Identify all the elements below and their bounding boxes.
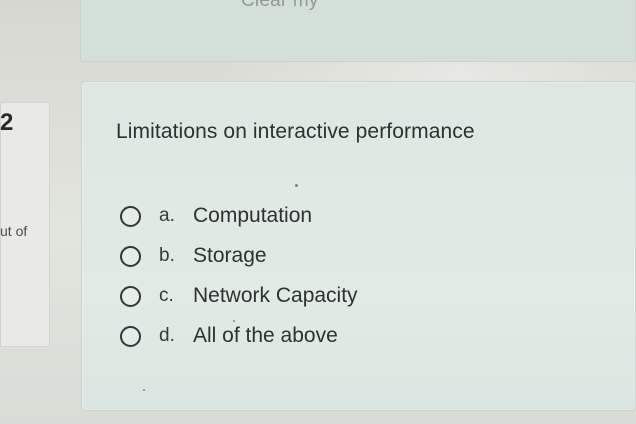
- quiz-page: Clear my 2 ut of Limitations on interact…: [0, 0, 636, 424]
- radio-button-d[interactable]: [120, 325, 141, 347]
- screen-speck: [233, 320, 235, 322]
- option-label-a: Computation: [193, 204, 313, 227]
- radio-button-c[interactable]: [120, 285, 141, 307]
- answer-option-c[interactable]: c. Network Capacity: [120, 276, 540, 316]
- question-card: Limitations on interactive performance a…: [81, 81, 636, 411]
- option-label-b: Storage: [193, 244, 267, 267]
- question-info-panel: 2 ut of: [0, 102, 50, 347]
- screen-speck: [143, 389, 145, 391]
- option-letter-c: c.: [159, 285, 174, 306]
- screen-speck: [295, 184, 298, 187]
- question-number: 2: [0, 109, 14, 136]
- question-text: Limitations on interactive performance: [116, 120, 475, 143]
- previous-question-partial-text: Clear my: [241, 0, 319, 11]
- radio-button-a[interactable]: [120, 205, 141, 227]
- option-letter-a: a.: [159, 205, 175, 226]
- option-label-c: Network Capacity: [193, 284, 358, 307]
- answer-option-a[interactable]: a. Computation: [120, 196, 540, 236]
- option-letter-b: b.: [159, 245, 175, 266]
- option-letter-d: d.: [159, 325, 175, 346]
- answer-options: a. Computation b. Storage c. Network Cap…: [120, 196, 540, 356]
- answer-option-d[interactable]: d. All of the above: [120, 316, 540, 356]
- option-label-d: All of the above: [193, 324, 338, 347]
- radio-button-b[interactable]: [120, 245, 141, 267]
- points-text: ut of: [0, 223, 28, 239]
- answer-option-b[interactable]: b. Storage: [120, 236, 540, 276]
- previous-question-card: Clear my: [80, 0, 636, 62]
